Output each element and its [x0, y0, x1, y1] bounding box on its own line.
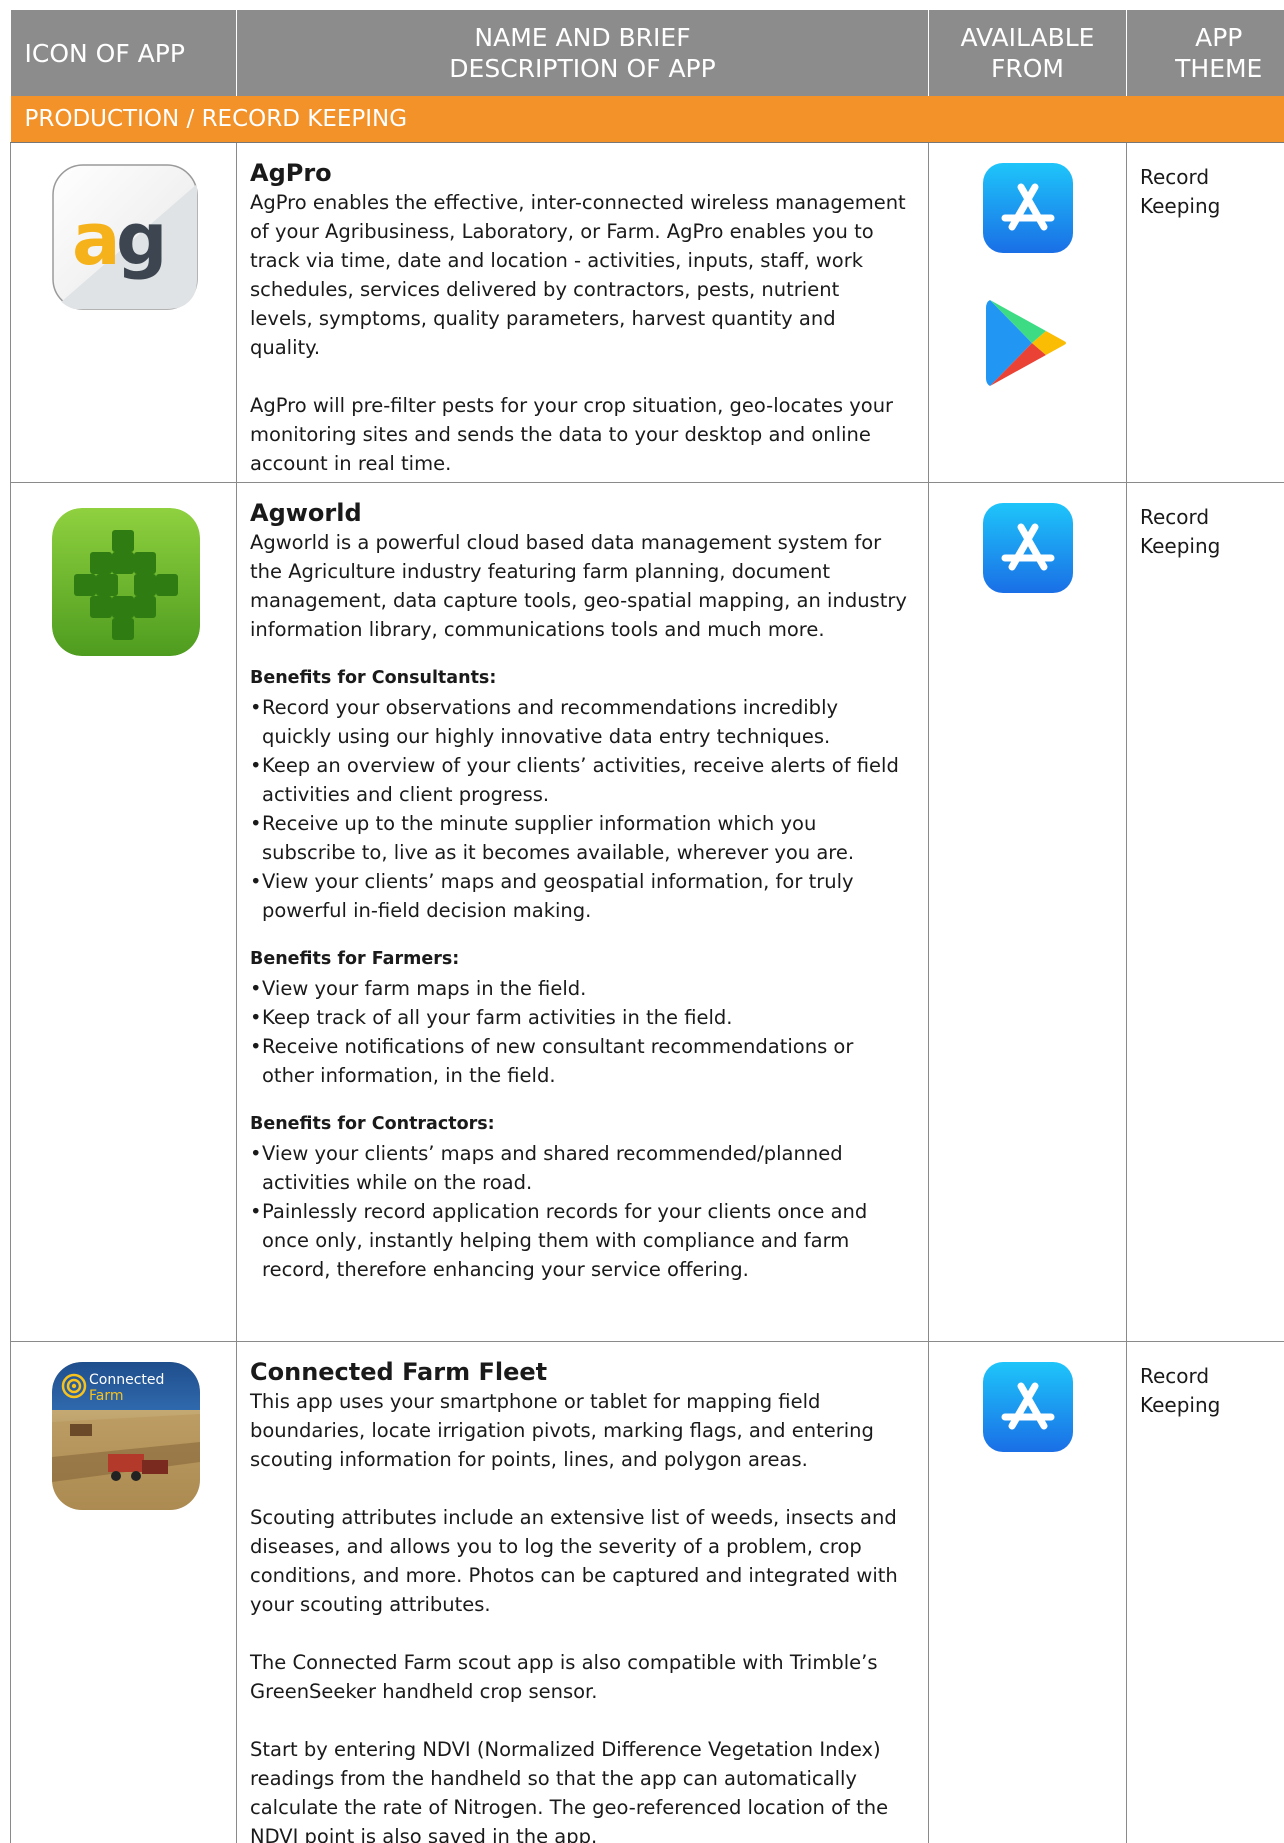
list-item: Keep an overview of your clients’ activi…: [250, 751, 908, 809]
table-row-connected-farm: Connected Farm Connected Farm Fleet This…: [10, 1341, 1284, 1843]
table-header-row: ICON OF APP NAME AND BRIEF DESCRIPTION OF…: [10, 10, 1284, 96]
app-theme: Record Keeping: [1140, 505, 1221, 558]
app-description: Start by entering NDVI (Normalized Diffe…: [250, 1738, 889, 1843]
connected-farm-logo-icon: Connected Farm: [52, 1362, 200, 1510]
app-description: AgPro will pre-filter pests for your cro…: [250, 394, 894, 475]
benefits-list: Record your observations and recommendat…: [250, 693, 908, 925]
app-theme: Record Keeping: [1140, 1364, 1221, 1417]
agworld-logo-icon: [52, 508, 200, 656]
header-name-description: NAME AND BRIEF DESCRIPTION OF APP: [236, 10, 929, 96]
app-description: This app uses your smartphone or tablet …: [250, 1390, 874, 1471]
app-description: Scouting attributes include an extensive…: [250, 1506, 898, 1616]
section-row: PRODUCTION / RECORD KEEPING: [10, 96, 1284, 143]
app-theme: Record Keeping: [1140, 165, 1221, 218]
list-item: View your clients’ maps and shared recom…: [250, 1139, 908, 1197]
apps-table: ICON OF APP NAME AND BRIEF DESCRIPTION OF…: [10, 10, 1284, 1843]
table-row-agpro: a g AgPro AgPro enables the effective, i…: [10, 142, 1284, 483]
benefits-list: View your farm maps in the field. Keep t…: [250, 974, 908, 1090]
agpro-logo-icon: a g: [52, 164, 198, 310]
list-item: View your farm maps in the field.: [250, 974, 908, 1003]
app-table-page: ICON OF APP NAME AND BRIEF DESCRIPTION OF…: [10, 10, 1284, 1843]
list-item: Receive notifications of new consultant …: [250, 1032, 908, 1090]
list-item: Keep track of all your farm activities i…: [250, 1003, 908, 1032]
svg-text:Connected: Connected: [89, 1372, 164, 1388]
benefits-list: View your clients’ maps and shared recom…: [250, 1139, 908, 1284]
header-icon-of-app: ICON OF APP: [10, 10, 237, 96]
app-description: The Connected Farm scout app is also com…: [250, 1651, 878, 1703]
app-description: Agworld is a powerful cloud based data m…: [250, 531, 907, 641]
app-description: AgPro enables the effective, inter-conne…: [250, 191, 906, 359]
svg-text:Farm: Farm: [89, 1388, 124, 1404]
header-available-from: AVAILABLE FROM: [928, 10, 1127, 96]
svg-text:g: g: [116, 197, 168, 281]
section-title: PRODUCTION / RECORD KEEPING: [10, 96, 1284, 143]
benefits-heading: Benefits for Contractors:: [250, 1114, 495, 1134]
benefits-heading: Benefits for Consultants:: [250, 668, 497, 688]
app-name: Connected Farm Fleet: [250, 1358, 548, 1386]
list-item: Painlessly record application records fo…: [250, 1197, 908, 1284]
benefits-heading: Benefits for Farmers:: [250, 949, 460, 969]
list-item: Record your observations and recommendat…: [250, 693, 908, 751]
app-store-icon[interactable]: [983, 503, 1073, 593]
google-play-icon[interactable]: [986, 298, 1076, 388]
svg-text:a: a: [72, 197, 121, 281]
app-name: Agworld: [250, 499, 362, 527]
header-app-theme: APP THEME: [1126, 10, 1284, 96]
list-item: View your clients’ maps and geospatial i…: [250, 867, 908, 925]
app-name: AgPro: [250, 159, 332, 187]
list-item: Receive up to the minute supplier inform…: [250, 809, 908, 867]
app-store-icon[interactable]: [983, 163, 1073, 253]
table-row-agworld: Agworld Agworld is a powerful cloud base…: [10, 482, 1284, 1342]
app-store-icon[interactable]: [983, 1362, 1073, 1452]
